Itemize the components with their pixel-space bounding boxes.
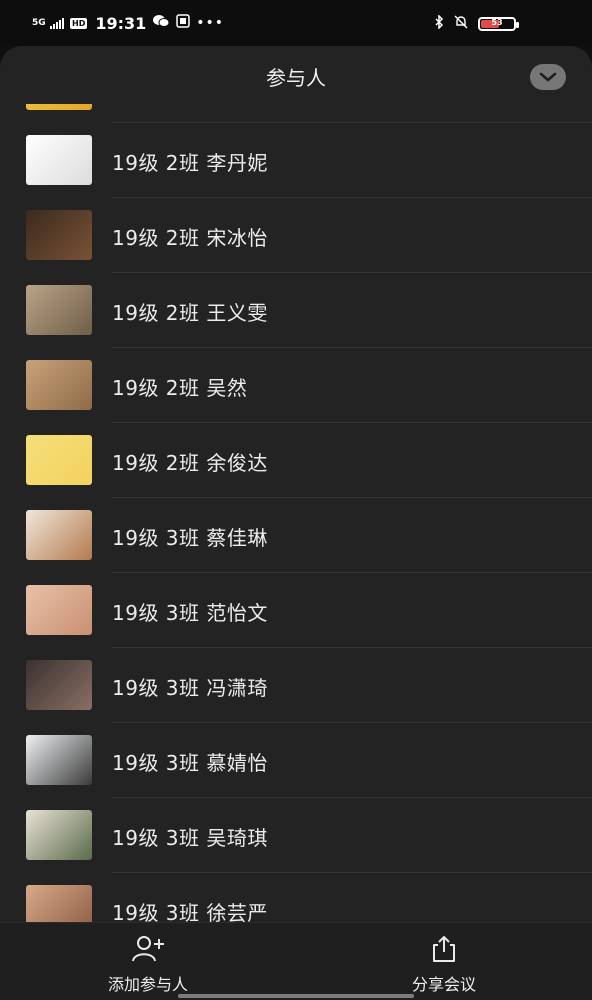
participant-row[interactable]: 19级 2班 王义雯 (0, 273, 592, 348)
participant-row[interactable]: 19级 3班 吴琦琪 (0, 798, 592, 873)
add-participant-label: 添加参与人 (107, 975, 188, 994)
participant-avatar (26, 360, 92, 410)
participant-avatar (26, 104, 92, 110)
participant-name: 19级 3班 蔡佳琳 (112, 526, 268, 550)
bottom-action-bar: 添加参与人 分享会议 (0, 922, 592, 1000)
participant-row[interactable]: 19级 3班 蔡佳琳 (0, 498, 592, 573)
participant-row[interactable]: 19级 3班 徐芸严 (0, 873, 592, 922)
bluetooth-icon (434, 14, 444, 33)
participants-sheet: 参与人 19级 2班 陈灌芒19级 2班 李丹妮19级 2班 宋冰怡19级 2班… (0, 46, 592, 1000)
network-type: 5G (32, 17, 46, 28)
sheet-header: 参与人 (0, 46, 592, 104)
participant-name: 19级 2班 宋冰怡 (112, 226, 268, 250)
mute-bell-icon (454, 15, 468, 33)
participant-avatar (26, 660, 92, 710)
participant-row[interactable]: 19级 2班 陈灌芒 (0, 104, 592, 123)
participant-row[interactable]: 19级 2班 吴然 (0, 348, 592, 423)
share-icon (433, 936, 455, 962)
collapse-button[interactable] (530, 64, 566, 90)
participant-avatar (26, 210, 92, 260)
more-status-icon: ••• (196, 15, 225, 31)
chevron-down-icon (539, 72, 557, 82)
clock: 19:31 (95, 13, 147, 33)
battery-icon: 53 (478, 17, 519, 31)
participant-list-track: 19级 2班 陈灌芒 19级 2班 李丹妮 19级 2班 宋冰怡 19级 2班 王义雯… (0, 104, 592, 922)
participant-name: 19级 3班 徐芸严 (112, 901, 268, 922)
participant-name: 19级 3班 冯潇琦 (112, 676, 268, 700)
participant-avatar (26, 435, 92, 485)
status-bar-right: 53 (434, 14, 519, 34)
participant-avatar (26, 735, 92, 785)
participant-row[interactable]: 19级 3班 冯潇琦 (0, 648, 592, 723)
participant-list[interactable]: 19级 2班 陈灌芒 19级 2班 李丹妮 19级 2班 宋冰怡 19级 2班 王义雯… (0, 104, 592, 922)
participant-row[interactable]: 19级 3班 范怡文 (0, 573, 592, 648)
participant-avatar (26, 885, 92, 922)
add-participant-button[interactable]: 添加参与人 (48, 923, 248, 1000)
sheet-title: 参与人 (266, 66, 326, 90)
home-indicator[interactable] (178, 994, 414, 998)
participant-row[interactable]: 19级 2班 余俊达 (0, 423, 592, 498)
wechat-icon (152, 14, 170, 32)
participant-avatar (26, 585, 92, 635)
hd-badge: HD (70, 17, 88, 29)
participant-name: 19级 3班 慕婧怡 (112, 751, 268, 775)
notification-icon (176, 14, 191, 32)
battery-level: 53 (491, 18, 503, 27)
participant-avatar (26, 510, 92, 560)
participant-avatar (26, 135, 92, 185)
participant-name: 19级 3班 范怡文 (112, 601, 268, 625)
participant-avatar (26, 285, 92, 335)
participant-name: 19级 2班 余俊达 (112, 451, 268, 475)
participant-row[interactable]: 19级 2班 宋冰怡 (0, 198, 592, 273)
participant-name: 19级 2班 李丹妮 (112, 151, 268, 175)
status-bar-left: 5G HD 19:31 ••• (32, 13, 224, 33)
participant-row[interactable]: 19级 2班 李丹妮 (0, 123, 592, 198)
participant-name: 19级 2班 吴然 (112, 376, 248, 400)
status-bar: 5G HD 19:31 ••• 53 (0, 0, 592, 46)
participant-name: 19级 2班 王义雯 (112, 301, 268, 325)
signal-icon (50, 17, 64, 29)
participant-name: 19级 3班 吴琦琪 (112, 826, 268, 850)
participant-row[interactable]: 19级 3班 慕婧怡 (0, 723, 592, 798)
share-meeting-button[interactable]: 分享会议 (344, 923, 544, 1000)
add-user-icon (132, 936, 164, 962)
share-meeting-label: 分享会议 (411, 975, 476, 994)
participant-avatar (26, 810, 92, 860)
